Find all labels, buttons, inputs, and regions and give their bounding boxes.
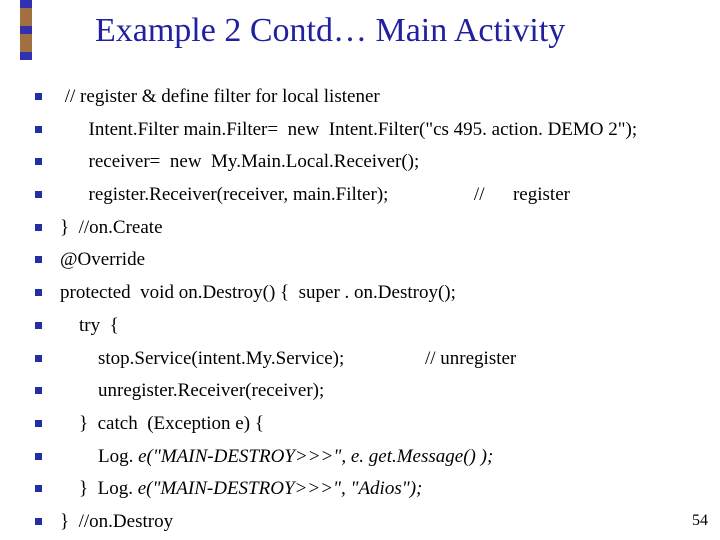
code-line: // register & define filter for local li…: [35, 85, 685, 110]
bullet-icon: [35, 355, 42, 362]
bullet-icon: [35, 387, 42, 394]
bullet-icon: [35, 126, 42, 133]
bullet-icon: [35, 224, 42, 231]
slide-title: Example 2 Contd… Main Activity: [95, 12, 565, 50]
slide-body: // register & define filter for local li…: [35, 85, 685, 540]
code-text-italic: e("MAIN-DESTROY>>>", e. get.Message() );: [138, 445, 493, 470]
bullet-icon: [35, 485, 42, 492]
bullet-icon: [35, 256, 42, 263]
code-text: register.Receiver(receiver, main.Filter)…: [60, 183, 570, 208]
code-line: } Log. e("MAIN-DESTROY>>>", "Adios");: [35, 477, 685, 502]
code-text: } //on.Destroy: [60, 510, 173, 535]
code-line: } //on.Create: [35, 216, 685, 241]
code-line: } catch (Exception e) {: [35, 412, 685, 437]
code-text: protected void on.Destroy() { super . on…: [60, 281, 456, 306]
bullet-icon: [35, 322, 42, 329]
code-text: stop.Service(intent.My.Service); // unre…: [60, 347, 516, 372]
code-line: try {: [35, 314, 685, 339]
bullet-icon: [35, 420, 42, 427]
code-text: } //on.Create: [60, 216, 163, 241]
bullet-icon: [35, 158, 42, 165]
code-line: unregister.Receiver(receiver);: [35, 379, 685, 404]
bullet-icon: [35, 191, 42, 198]
code-text: receiver= new My.Main.Local.Receiver();: [60, 150, 419, 175]
code-line: register.Receiver(receiver, main.Filter)…: [35, 183, 685, 208]
code-text: unregister.Receiver(receiver);: [60, 379, 324, 404]
bullet-icon: [35, 289, 42, 296]
code-line: protected void on.Destroy() { super . on…: [35, 281, 685, 306]
code-text: } catch (Exception e) {: [60, 412, 264, 437]
code-text: Log.: [60, 445, 138, 470]
code-text: // register & define filter for local li…: [60, 85, 380, 110]
code-text: @Override: [60, 248, 145, 273]
code-text-italic: e("MAIN-DESTROY>>>", "Adios");: [138, 477, 423, 502]
page-number: 54: [692, 512, 708, 530]
code-line: receiver= new My.Main.Local.Receiver();: [35, 150, 685, 175]
code-text: } Log.: [60, 477, 138, 502]
code-text: Intent.Filter main.Filter= new Intent.Fi…: [60, 118, 637, 143]
bullet-icon: [35, 453, 42, 460]
code-line: Log. e("MAIN-DESTROY>>>", e. get.Message…: [35, 445, 685, 470]
code-line: stop.Service(intent.My.Service); // unre…: [35, 347, 685, 372]
code-line: Intent.Filter main.Filter= new Intent.Fi…: [35, 118, 685, 143]
bullet-icon: [35, 518, 42, 525]
code-line: } //on.Destroy: [35, 510, 685, 535]
slide-decoration: [20, 0, 32, 60]
code-text: try {: [60, 314, 119, 339]
code-line: @Override: [35, 248, 685, 273]
bullet-icon: [35, 93, 42, 100]
